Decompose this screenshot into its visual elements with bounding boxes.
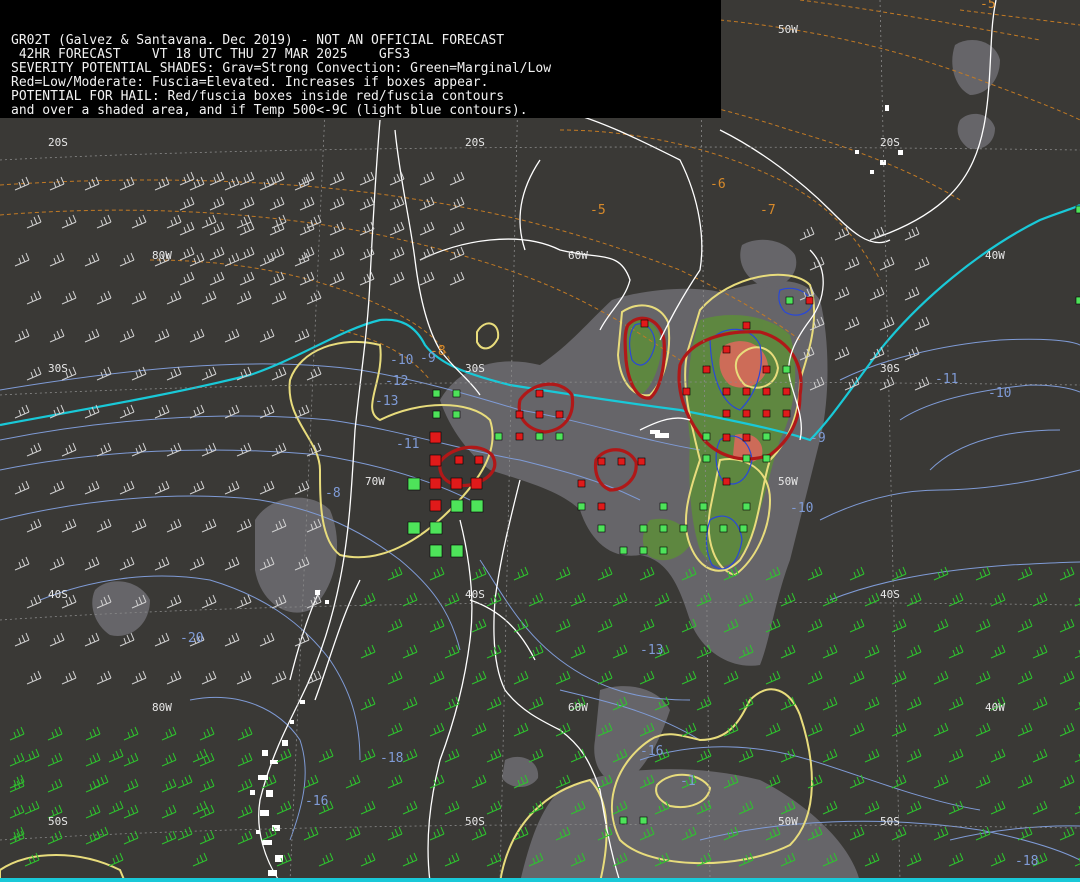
label-40s: 40S: [465, 588, 485, 601]
label-50w: 50W: [778, 815, 798, 828]
bottom-edge-line: [0, 878, 1080, 882]
temp-label: -10: [988, 386, 1011, 401]
other-label: -5: [590, 203, 606, 218]
other-label: -8: [430, 344, 446, 359]
label-20s: 20S: [880, 136, 900, 149]
label-40s: 40S: [880, 588, 900, 601]
label-30s: 30S: [880, 362, 900, 375]
temp-label: -8: [325, 486, 341, 501]
label-80w: 80W: [152, 701, 172, 714]
label-50s: 50S: [465, 815, 485, 828]
temp-label: -20: [180, 631, 203, 646]
weather-map: 20S 20S 20S 30S 30S 30S 40S 40S 40S 50S …: [0, 0, 1080, 882]
label-50s: 50S: [880, 815, 900, 828]
temp-label: -12: [385, 374, 408, 389]
label-20s: 20S: [48, 136, 68, 149]
temp-label: -18: [1015, 854, 1038, 869]
label-60w: 60W: [568, 701, 588, 714]
label-40w: 40W: [985, 701, 1005, 714]
freezing-label: -9: [810, 431, 826, 446]
temp-label: -18: [380, 751, 403, 766]
label-20s: 20S: [465, 136, 485, 149]
label-80w: 80W: [152, 249, 172, 262]
header-line-4: Red=Low/Moderate: Fuscia=Elevated. Incre…: [11, 75, 489, 90]
header-line-3: SEVERITY POTENTIAL SHADES: Grav=Strong C…: [11, 61, 552, 76]
header-line-5: POTENTIAL FOR HAIL: Red/fuscia boxes ins…: [11, 89, 505, 104]
header-line-2: 42HR FORECAST VT 18 UTC THU 27 MAR 2025 …: [11, 47, 411, 62]
label-70w: 70W: [365, 475, 385, 488]
temp-label: -10: [790, 501, 813, 516]
label-60w: 60W: [568, 249, 588, 262]
label-50w: 50W: [778, 475, 798, 488]
temp-label: -13: [375, 394, 398, 409]
forecast-header: GR02T (Galvez & Santavana. Dec 2019) - N…: [0, 0, 721, 118]
temp-label: -11: [935, 372, 958, 387]
label-50s: 50S: [48, 815, 68, 828]
other-label: -5: [980, 0, 996, 12]
temp-label: -1: [680, 774, 696, 789]
label-50w: 50W: [778, 23, 798, 36]
other-label: -7: [760, 203, 776, 218]
temp-label: -13: [640, 643, 663, 658]
label-40s: 40S: [48, 588, 68, 601]
header-line-6: and over a shaded area, and if Temp 500<…: [11, 103, 528, 118]
temp-label: -16: [640, 744, 663, 759]
temp-label: -10: [390, 353, 413, 368]
temp-label: -16: [305, 794, 328, 809]
header-line-1: GR02T (Galvez & Santavana. Dec 2019) - N…: [11, 33, 505, 48]
label-40w: 40W: [985, 249, 1005, 262]
temp-label: -11: [396, 437, 419, 452]
label-30s: 30S: [465, 362, 485, 375]
label-30s: 30S: [48, 362, 68, 375]
other-label: -6: [710, 177, 726, 192]
